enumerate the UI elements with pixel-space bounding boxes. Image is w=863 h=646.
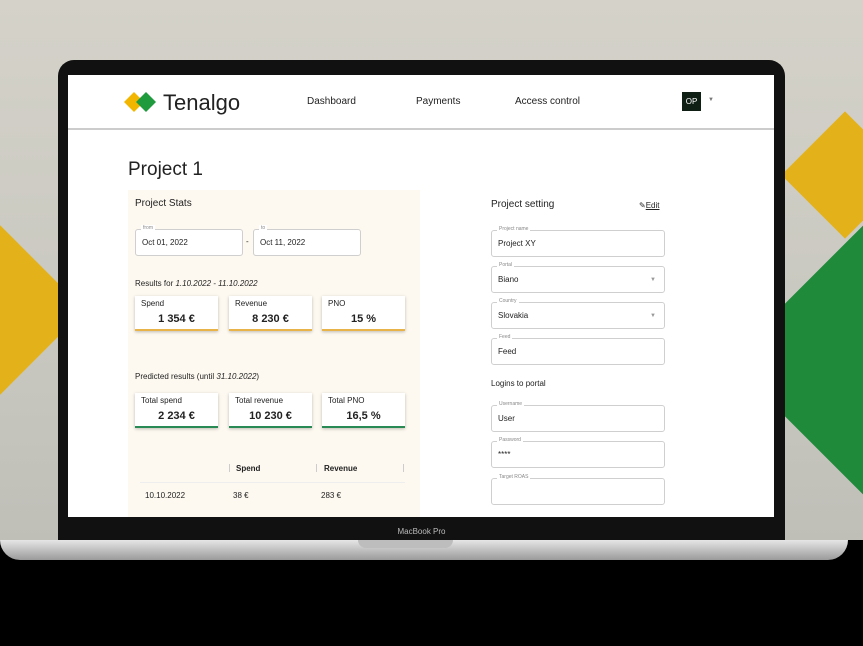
date-dash: - bbox=[246, 237, 249, 246]
from-value: Oct 01, 2022 bbox=[142, 238, 188, 247]
column-separator[interactable] bbox=[229, 464, 230, 472]
avatar-dropdown-icon[interactable]: ▼ bbox=[708, 97, 714, 103]
page-title: Project 1 bbox=[128, 159, 203, 180]
password-input[interactable]: Password **** bbox=[491, 437, 665, 468]
header-divider bbox=[68, 128, 774, 130]
dropdown-icon: ▼ bbox=[650, 312, 656, 319]
row-revenue: 283 € bbox=[321, 491, 342, 500]
pencil-icon: ✎ bbox=[639, 201, 646, 210]
nav-dashboard[interactable]: Dashboard bbox=[307, 96, 356, 107]
stat-card-pno: PNO 15 % bbox=[322, 296, 405, 331]
stats-title: Project Stats bbox=[135, 198, 192, 209]
row-date: 10.10.2022 bbox=[145, 491, 186, 500]
country-select[interactable]: Country Slovakia ▼ bbox=[491, 298, 665, 329]
target-roas-input[interactable]: Target ROAS bbox=[491, 474, 665, 505]
to-value: Oct 11, 2022 bbox=[260, 238, 306, 247]
results-heading: Results for 1.10.2022 - 11.10.2022 bbox=[135, 279, 258, 288]
avatar[interactable]: OP bbox=[682, 92, 701, 111]
to-label: to bbox=[259, 225, 268, 231]
predicted-card-pno: Total PNO 16,5 % bbox=[322, 393, 405, 428]
app-screen: Tenalgo Dashboard Payments Access contro… bbox=[68, 75, 774, 517]
project-name-input[interactable]: Project name Project XY bbox=[491, 226, 665, 257]
stat-card-revenue: Revenue 8 230 € bbox=[229, 296, 312, 331]
device-label: MacBook Pro bbox=[397, 527, 446, 536]
row-spend: 38 € bbox=[233, 491, 249, 500]
predicted-heading: Predicted results (until 31.10.2022) bbox=[135, 372, 260, 381]
project-stats-panel: Project Stats from Oct 01, 2022 - to Oct 1… bbox=[128, 190, 420, 517]
predicted-card-spend: Total spend 2 234 € bbox=[135, 393, 218, 428]
column-separator[interactable] bbox=[316, 464, 317, 472]
yellow-shape bbox=[781, 111, 863, 239]
logins-heading: Logins to portal bbox=[491, 379, 546, 388]
nav-payments[interactable]: Payments bbox=[416, 96, 460, 107]
laptop-notch bbox=[358, 540, 453, 548]
predicted-card-revenue: Total revenue 10 230 € bbox=[229, 393, 312, 428]
stat-card-spend: Spend 1 354 € bbox=[135, 296, 218, 331]
from-label: from bbox=[141, 225, 155, 231]
table-row: 10.10.2022 38 € 283 € bbox=[140, 482, 405, 508]
table-header-revenue[interactable]: Revenue bbox=[324, 464, 357, 473]
date-from-input[interactable]: from Oct 01, 2022 bbox=[135, 225, 243, 256]
edit-button[interactable]: ✎Edit bbox=[639, 201, 660, 210]
tenalgo-logo-icon bbox=[124, 92, 156, 112]
table-header-spend[interactable]: Spend bbox=[236, 464, 260, 473]
settings-title: Project setting bbox=[491, 199, 555, 210]
date-to-input[interactable]: to Oct 11, 2022 bbox=[253, 225, 361, 256]
column-separator[interactable] bbox=[403, 464, 404, 472]
portal-select[interactable]: Portal Biano ▼ bbox=[491, 262, 665, 293]
dropdown-icon: ▼ bbox=[650, 276, 656, 283]
brand-name: Tenalgo bbox=[163, 90, 241, 115]
nav-access-control[interactable]: Access control bbox=[515, 96, 580, 107]
feed-input[interactable]: Feed Feed bbox=[491, 334, 665, 365]
username-input[interactable]: Username User bbox=[491, 401, 665, 432]
